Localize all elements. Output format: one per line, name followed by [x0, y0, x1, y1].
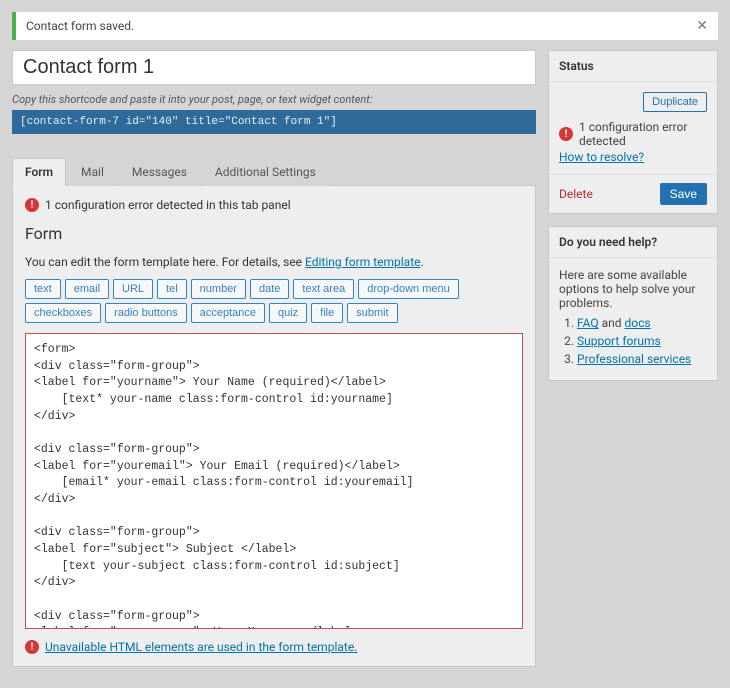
saved-notice: Contact form saved. ✕: [12, 12, 718, 40]
tab-error-text: 1 configuration error detected in this t…: [45, 198, 291, 212]
shortcode-hint: Copy this shortcode and paste it into yo…: [12, 93, 536, 106]
professional-services-link[interactable]: Professional services: [577, 352, 691, 366]
shortcode-display[interactable]: [contact-form-7 id="140" title="Contact …: [12, 110, 536, 134]
save-button[interactable]: Save: [660, 183, 707, 205]
list-item: Professional services: [577, 352, 707, 366]
docs-link[interactable]: docs: [625, 316, 651, 330]
error-icon: !: [559, 127, 573, 141]
tag-button-number[interactable]: number: [191, 279, 246, 299]
help-box: Do you need help? Here are some availabl…: [548, 226, 718, 381]
tag-button-tel[interactable]: tel: [157, 279, 187, 299]
tag-button-date[interactable]: date: [250, 279, 289, 299]
tab-mail[interactable]: Mail: [68, 158, 117, 186]
help-list: FAQ and docs Support forums Professional…: [559, 316, 707, 366]
tag-button-row: textemailURLtelnumberdatetext areadrop-d…: [25, 279, 523, 323]
status-box: Status Duplicate ! 1 configuration error…: [548, 50, 718, 214]
form-title-input[interactable]: [21, 55, 527, 80]
tag-button-radio-buttons[interactable]: radio buttons: [105, 303, 187, 323]
help-heading: Do you need help?: [559, 235, 657, 249]
tab-form[interactable]: Form: [12, 158, 66, 186]
tag-button-submit[interactable]: submit: [347, 303, 397, 323]
editing-form-template-link[interactable]: Editing form template: [305, 255, 420, 269]
title-field-wrap: [12, 50, 536, 85]
help-intro: Here are some available options to help …: [559, 268, 707, 310]
faq-link[interactable]: FAQ: [577, 316, 599, 330]
tag-button-file[interactable]: file: [311, 303, 343, 323]
status-config-error: ! 1 configuration error detected: [559, 120, 707, 148]
tab-messages[interactable]: Messages: [119, 158, 200, 186]
tag-button-text-area[interactable]: text area: [293, 279, 354, 299]
form-template-textarea[interactable]: [25, 333, 523, 629]
section-heading-form: Form: [25, 224, 523, 243]
footer-error-line: ! Unavailable HTML elements are used in …: [25, 640, 523, 654]
error-icon: !: [25, 640, 39, 654]
tag-button-checkboxes[interactable]: checkboxes: [25, 303, 101, 323]
tag-button-URL[interactable]: URL: [113, 279, 153, 299]
tag-button-acceptance[interactable]: acceptance: [191, 303, 265, 323]
tag-button-drop-down-menu[interactable]: drop-down menu: [358, 279, 459, 299]
error-icon: !: [25, 198, 39, 212]
tab-panel-form: ! 1 configuration error detected in this…: [12, 186, 536, 667]
tag-button-quiz[interactable]: quiz: [269, 303, 307, 323]
delete-link[interactable]: Delete: [559, 187, 593, 201]
support-forums-link[interactable]: Support forums: [577, 334, 661, 348]
list-item: Support forums: [577, 334, 707, 348]
how-to-resolve-link[interactable]: How to resolve?: [559, 150, 644, 164]
tag-button-text[interactable]: text: [25, 279, 61, 299]
tab-error-line: ! 1 configuration error detected in this…: [25, 198, 523, 212]
status-heading: Status: [559, 59, 594, 73]
unavailable-elements-link[interactable]: Unavailable HTML elements are used in th…: [45, 640, 357, 654]
duplicate-button[interactable]: Duplicate: [643, 92, 707, 112]
form-help-text: You can edit the form template here. For…: [25, 255, 523, 269]
tab-additional-settings[interactable]: Additional Settings: [202, 158, 329, 186]
notice-text: Contact form saved.: [26, 19, 134, 33]
close-icon[interactable]: ✕: [696, 18, 708, 34]
list-item: FAQ and docs: [577, 316, 707, 330]
tag-button-email[interactable]: email: [65, 279, 109, 299]
